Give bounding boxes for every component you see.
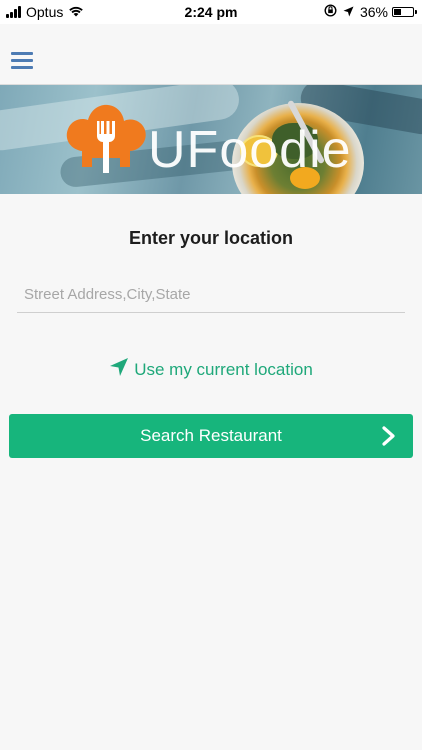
battery-percent: 36% [359, 4, 388, 20]
chevron-right-icon [381, 426, 397, 451]
hamburger-menu-icon[interactable] [11, 52, 33, 72]
use-current-location-label: Use my current location [134, 359, 313, 379]
page-title: Enter your location [128, 228, 294, 248]
navigation-arrow-icon [109, 357, 129, 382]
status-right: 36% [324, 4, 417, 20]
chef-hat-fork-icon [62, 103, 148, 181]
orientation-lock-icon [324, 4, 337, 20]
search-button-label: Search Restaurant [140, 426, 282, 445]
nav-bar [0, 24, 422, 85]
search-restaurant-button[interactable]: Search Restaurant [9, 414, 413, 458]
location-arrow-icon [343, 4, 354, 20]
battery-level [394, 9, 402, 15]
battery-icon [392, 7, 417, 17]
logo-text: UFoodie [148, 121, 352, 179]
use-current-location-link[interactable]: Use my current location [0, 357, 422, 382]
address-input[interactable] [17, 283, 405, 313]
status-bar: Optus 2:24 pm 36% [0, 0, 422, 24]
